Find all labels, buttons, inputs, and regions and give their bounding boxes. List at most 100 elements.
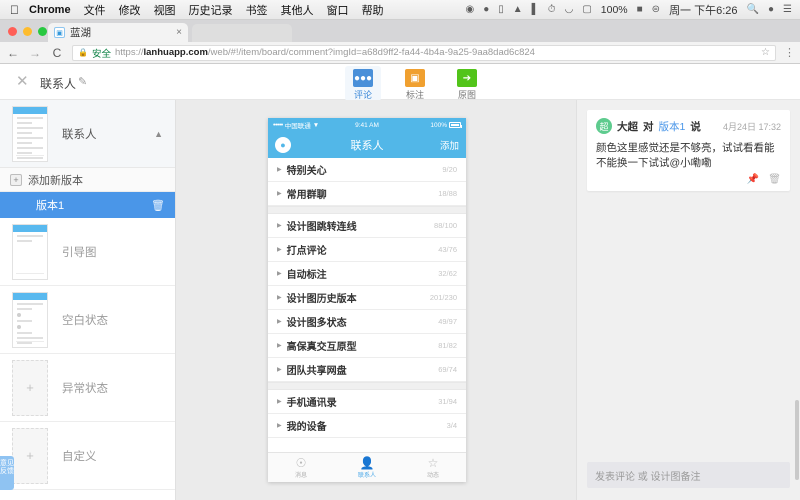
design-canvas[interactable]: ••••• 中国联通 ▼ 9:41 AM 100% ● 联系人 添加 ▶ 特别关… <box>176 100 576 500</box>
menubar-item-bookmarks[interactable]: 书签 <box>246 2 268 18</box>
reload-button[interactable]: C <box>50 46 64 60</box>
menubar-item-file[interactable]: 文件 <box>84 2 106 18</box>
tab-annotations[interactable]: ▣ 标注 <box>397 66 433 101</box>
notification-center-icon[interactable]: ☰ <box>783 4 792 15</box>
comment-relation-suffix: 说 <box>690 120 701 133</box>
rename-icon[interactable]: ✎ <box>78 75 87 88</box>
list-item-label: 设计图跳转连线 <box>286 222 357 233</box>
list-item[interactable]: ▶ 自动标注 32/62 <box>268 262 466 286</box>
tab-close-icon[interactable]: × <box>176 27 182 38</box>
comment-header: 超 大超 对 版本1 说 4月24日 17:32 <box>596 118 781 134</box>
list-item-label: 我的设备 <box>286 422 327 433</box>
list-item[interactable]: ▶ 常用群聊 18/88 <box>268 182 466 206</box>
menubar-item-view[interactable]: 视图 <box>154 2 176 18</box>
menubar-item-help[interactable]: 帮助 <box>362 2 384 18</box>
list-item[interactable]: ▶ 特别关心 9/20 <box>268 158 466 182</box>
menubar-item-edit[interactable]: 修改 <box>119 2 141 18</box>
list-item[interactable]: ▶ 手机通讯录 31/94 <box>268 390 466 414</box>
chevron-right-icon: ▶ <box>277 247 282 253</box>
phone-add-button[interactable]: 添加 <box>440 138 459 152</box>
sidebar-group-header[interactable]: 联系人 ▲ <box>0 100 175 168</box>
list-item-label: 设计图多状态 <box>286 318 347 329</box>
tab-original-image[interactable]: ➔ 原图 <box>449 66 485 101</box>
menubar-item-people[interactable]: 其他人 <box>281 2 314 18</box>
dropbox-icon[interactable]: ● <box>483 4 489 15</box>
macos-menubar:  Chrome 文件 修改 视图 历史记录 书签 其他人 窗口 帮助 ◉ ● … <box>0 0 800 20</box>
tab-comments[interactable]: ●●● 评论 <box>345 66 381 101</box>
trash-icon[interactable]: 🗑 <box>768 174 781 185</box>
placeholder-thumbnail: + <box>12 359 48 416</box>
wifi-icon[interactable]: ◡ <box>565 4 574 15</box>
record-icon[interactable]: ◉ <box>465 4 474 15</box>
add-version-button[interactable]: + 添加新版本 <box>0 168 175 192</box>
sidebar-item-guide[interactable]: 引导图 <box>0 218 175 286</box>
chevron-right-icon: ▶ <box>277 167 282 173</box>
list-item[interactable]: ▶ 设计图历史版本 201/230 <box>268 286 466 310</box>
menubar-app-name[interactable]: Chrome <box>29 4 71 16</box>
phone-tab-label: 消息 <box>294 472 307 479</box>
chevron-right-icon: ▶ <box>277 191 282 197</box>
sidebar-item-label: 异常状态 <box>62 382 108 395</box>
apple-logo-icon[interactable]:  <box>0 4 29 16</box>
list-item[interactable]: ▶ 打点评论 43/76 <box>268 238 466 262</box>
timemachine-icon[interactable]: ⏱ <box>548 4 556 15</box>
list-item-label: 高保真交互原型 <box>286 342 357 353</box>
window-controls <box>8 27 47 36</box>
minimize-window-button[interactable] <box>23 27 32 36</box>
close-icon[interactable]: ✕ <box>16 74 29 89</box>
sidebar-item-empty-state[interactable]: 空白状态 <box>0 286 175 354</box>
chevron-right-icon: ▶ <box>277 399 282 405</box>
sidebar: 联系人 ▲ + 添加新版本 版本1 🗑 引导图 空白状态 + 异常状态 + 自定… <box>0 100 176 500</box>
phone-tab-messages[interactable]: ☉ 消息 <box>268 456 334 479</box>
menubar-item-history[interactable]: 历史记录 <box>189 2 233 18</box>
scrollbar[interactable] <box>795 400 799 480</box>
display-icon[interactable]: ▯ <box>498 4 504 15</box>
new-tab-area[interactable] <box>192 24 292 42</box>
feedback-tab[interactable]: 意见反馈 <box>0 456 14 490</box>
close-window-button[interactable] <box>8 27 17 36</box>
comment-card[interactable]: 超 大超 对 版本1 说 4月24日 17:32 颜色这里感觉还是不够亮，试试看… <box>587 110 790 191</box>
maximize-window-button[interactable] <box>38 27 47 36</box>
chevron-up-icon[interactable]: ▲ <box>154 129 163 139</box>
sidebar-item-error-state[interactable]: + 异常状态 <box>0 354 175 422</box>
list-item-count: 81/82 <box>438 341 457 350</box>
airplay-icon[interactable]: ▢ <box>582 4 591 15</box>
comment-input[interactable]: 发表评论 或 设计图备注 <box>587 462 790 488</box>
browser-tab-title: 蓝湖 <box>70 27 91 39</box>
sidebar-item-version1[interactable]: 版本1 🗑 <box>0 192 175 218</box>
phone-tab-label: 联系人 <box>357 472 376 479</box>
trash-icon[interactable]: 🗑 <box>151 199 165 212</box>
address-bar[interactable]: 🔒 安全 https://lanhuapp.com/web/#!/item/bo… <box>72 44 776 61</box>
back-button[interactable]: ← <box>6 46 20 60</box>
chrome-menu-icon[interactable]: ⋮ <box>784 46 795 59</box>
add-version-label: 添加新版本 <box>28 174 83 187</box>
search-icon[interactable]: 🔍 <box>747 4 759 15</box>
comment-timestamp: 4月24日 17:32 <box>722 121 781 132</box>
forward-button[interactable]: → <box>28 46 42 60</box>
list-item[interactable]: ▶ 设计图多状态 49/97 <box>268 310 466 334</box>
browser-tab[interactable]: ▣ 蓝湖 × <box>48 23 188 42</box>
comment-target[interactable]: 版本1 <box>659 119 686 134</box>
phone-tab-label: 动态 <box>426 472 439 479</box>
list-item[interactable]: ▶ 团队共享网盘 69/74 <box>268 358 466 382</box>
pin-icon[interactable]: 📌 <box>747 174 759 185</box>
sidebar-item-thumbnail <box>12 291 48 348</box>
menubar-item-window[interactable]: 窗口 <box>327 2 349 18</box>
list-item-label: 常用群聊 <box>286 190 327 201</box>
cloud-icon[interactable]: ▲ <box>513 4 523 15</box>
list-item[interactable]: ▶ 高保真交互原型 81/82 <box>268 334 466 358</box>
siri-icon[interactable]: ● <box>768 4 774 15</box>
microphone-icon[interactable]: ▌ <box>532 4 539 15</box>
input-source-icon[interactable]: ⊜ <box>652 4 660 15</box>
annotate-icon: ▣ <box>405 69 425 87</box>
browser-tabstrip: ▣ 蓝湖 × <box>0 20 800 42</box>
bookmark-star-icon[interactable]: ☆ <box>757 47 770 58</box>
phone-tab-contacts[interactable]: 👤 联系人 <box>334 456 400 479</box>
sidebar-item-custom[interactable]: + 自定义 <box>0 422 175 490</box>
list-item[interactable]: ▶ 我的设备 3/4 <box>268 414 466 438</box>
list-item-count: 49/97 <box>438 317 457 326</box>
menubar-clock[interactable]: 周一 下午6:26 <box>669 2 737 18</box>
list-item[interactable]: ▶ 设计图跳转连线 88/100 <box>268 214 466 238</box>
phone-tab-feed[interactable]: ☆ 动态 <box>400 456 466 479</box>
list-item-count: 3/4 <box>446 421 457 430</box>
